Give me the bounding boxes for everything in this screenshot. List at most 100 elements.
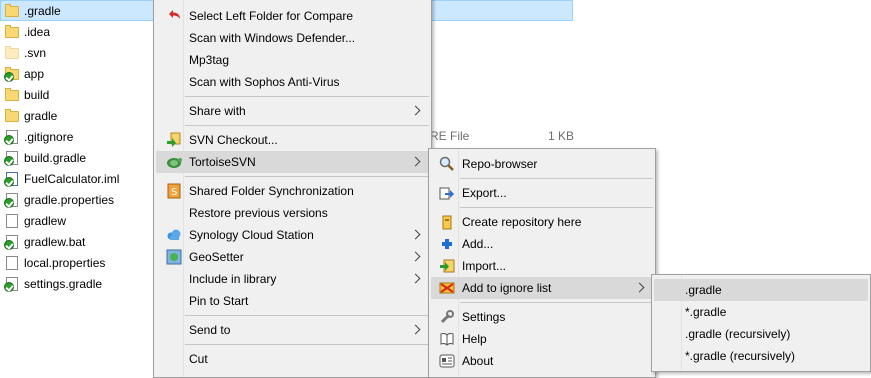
menu-item-svn-checkout[interactable]: SVN Checkout... xyxy=(156,129,429,151)
menu-item-label: Import... xyxy=(462,259,507,273)
menu-item-synology-cloud-station[interactable]: Synology Cloud Station xyxy=(156,224,429,246)
svn-checkout-icon xyxy=(166,132,182,148)
menu-item-label: Cut xyxy=(189,352,208,366)
menu-item-pin-to-start[interactable]: Pin to Start xyxy=(156,290,429,312)
file-row-local-properties[interactable]: local.properties xyxy=(0,252,160,273)
file-row-gradlew[interactable]: gradlew xyxy=(0,210,160,231)
menu-item-ignore-gradle-recursive[interactable]: .gradle (recursively) xyxy=(654,323,868,345)
chevron-right-icon xyxy=(410,324,421,335)
menu-item-help[interactable]: Help xyxy=(431,328,653,350)
menu-item-repo-browser[interactable]: Repo-browser xyxy=(431,153,653,175)
file-row-app[interactable]: app xyxy=(0,63,160,84)
menu-item-create-repository[interactable]: Create repository here xyxy=(431,211,653,233)
menu-item-about[interactable]: About xyxy=(431,350,653,372)
file-row-idea[interactable]: .idea xyxy=(0,21,160,42)
menu-item-select-left-folder[interactable]: Select Left Folder for Compare xyxy=(156,5,429,27)
chevron-right-icon xyxy=(410,105,421,116)
tortoisesvn-icon xyxy=(166,154,182,170)
create-repo-icon xyxy=(439,214,455,230)
menu-item-mp3tag[interactable]: Mp3tag xyxy=(156,49,429,71)
menu-item-include-in-library[interactable]: Include in library xyxy=(156,268,429,290)
ignore-list-submenu: .gradle *.gradle .gradle (recursively) *… xyxy=(651,274,871,372)
file-svn-ok-icon xyxy=(4,129,20,145)
menu-item-label: Send to xyxy=(189,323,231,337)
tortoisesvn-submenu: Repo-browser Export... Create repository… xyxy=(428,148,656,378)
menu-item-cut[interactable]: Cut xyxy=(156,348,429,370)
menu-item-label: Add to ignore list xyxy=(462,281,552,295)
explorer-context-menu: Select Left Folder for Compare Scan with… xyxy=(153,0,432,378)
menu-item-share-with[interactable]: Share with xyxy=(156,100,429,122)
menu-item-send-to[interactable]: Send to xyxy=(156,319,429,341)
file-svn-ok-icon xyxy=(4,234,20,250)
sync-icon: S xyxy=(166,183,182,199)
menu-item-export[interactable]: Export... xyxy=(431,182,653,204)
file-name: gradle xyxy=(24,108,58,123)
menu-item-label: Shared Folder Synchronization xyxy=(189,184,354,198)
menu-item-label: SVN Checkout... xyxy=(189,133,278,147)
menu-item-label: Mp3tag xyxy=(189,53,230,67)
menu-item-settings[interactable]: Settings xyxy=(431,306,653,328)
menu-item-label: Pin to Start xyxy=(189,294,249,308)
menu-item-ignore-gradle[interactable]: .gradle xyxy=(654,279,868,301)
menu-item-label: Repo-browser xyxy=(462,157,538,171)
menu-item-add-to-ignore-list[interactable]: Add to ignore list xyxy=(431,277,653,299)
file-size-cell: 1 KB xyxy=(548,129,575,143)
file-row-gradle[interactable]: .gradle xyxy=(0,0,160,21)
file-name: settings.gradle xyxy=(24,276,103,291)
folder-icon xyxy=(4,87,20,103)
chevron-right-icon xyxy=(410,251,421,262)
menu-item-scan-sophos[interactable]: Scan with Sophos Anti-Virus xyxy=(156,71,429,93)
file-name: .svn xyxy=(24,45,47,60)
file-name: .gitignore xyxy=(24,129,74,144)
menu-item-label: Select Left Folder for Compare xyxy=(189,9,354,23)
menu-item-label: TortoiseSVN xyxy=(189,155,256,169)
chevron-right-icon xyxy=(410,229,421,240)
menu-item-label: Share with xyxy=(189,104,246,118)
menu-item-add[interactable]: Add... xyxy=(431,233,653,255)
menu-item-label: Include in library xyxy=(189,272,277,286)
file-row-gitignore[interactable]: .gitignore xyxy=(0,126,160,147)
menu-item-label: Settings xyxy=(462,310,506,324)
menu-item-label: Export... xyxy=(462,186,507,200)
file-row-gradlew-bat[interactable]: gradlew.bat xyxy=(0,231,160,252)
file-row-gradle-dir[interactable]: gradle xyxy=(0,105,160,126)
file-name: app xyxy=(24,66,45,81)
menu-item-ignore-star-gradle-recursive[interactable]: *.gradle (recursively) xyxy=(654,345,868,367)
import-icon xyxy=(439,258,455,274)
menu-item-label: Help xyxy=(462,332,487,346)
help-icon xyxy=(439,331,455,347)
menu-separator xyxy=(185,96,429,97)
file-row-build[interactable]: build xyxy=(0,84,160,105)
menu-item-tortoisesvn[interactable]: TortoiseSVN xyxy=(156,151,429,173)
menu-item-restore-previous-versions[interactable]: Restore previous versions xyxy=(156,202,429,224)
file-svn-ok-icon xyxy=(4,276,20,292)
file-row-build-gradle[interactable]: build.gradle xyxy=(0,147,160,168)
menu-item-shared-folder-sync[interactable]: S Shared Folder Synchronization xyxy=(156,180,429,202)
menu-item-label: Restore previous versions xyxy=(189,206,328,220)
folder-icon xyxy=(4,24,20,40)
menu-item-label: *.gradle (recursively) xyxy=(685,349,796,363)
folder-faded-icon xyxy=(4,45,20,61)
menu-separator xyxy=(460,302,653,303)
undo-arrow-icon xyxy=(166,8,182,24)
geosetter-icon xyxy=(166,249,182,265)
file-row-gradle-properties[interactable]: gradle.properties xyxy=(0,189,160,210)
menu-item-import[interactable]: Import... xyxy=(431,255,653,277)
menu-item-ignore-star-gradle[interactable]: *.gradle xyxy=(654,301,868,323)
file-row-svn[interactable]: .svn xyxy=(0,42,160,63)
menu-item-label: Create repository here xyxy=(462,215,582,229)
file-row-settings-gradle[interactable]: settings.gradle xyxy=(0,273,160,294)
file-name: build xyxy=(24,87,50,102)
menu-item-label: *.gradle xyxy=(685,305,727,319)
chevron-right-icon xyxy=(410,273,421,284)
menu-item-geosetter[interactable]: GeoSetter xyxy=(156,246,429,268)
file-row-fuelcalculator-iml[interactable]: FuelCalculator.iml xyxy=(0,168,160,189)
file-name: FuelCalculator.iml xyxy=(24,171,120,186)
export-icon xyxy=(439,185,455,201)
menu-item-scan-windows-defender[interactable]: Scan with Windows Defender... xyxy=(156,27,429,49)
add-plus-icon xyxy=(439,236,455,252)
file-name: local.properties xyxy=(24,255,106,270)
chevron-right-icon xyxy=(634,282,645,293)
ignore-list-icon xyxy=(439,280,455,296)
menu-item-label: GeoSetter xyxy=(189,250,244,264)
